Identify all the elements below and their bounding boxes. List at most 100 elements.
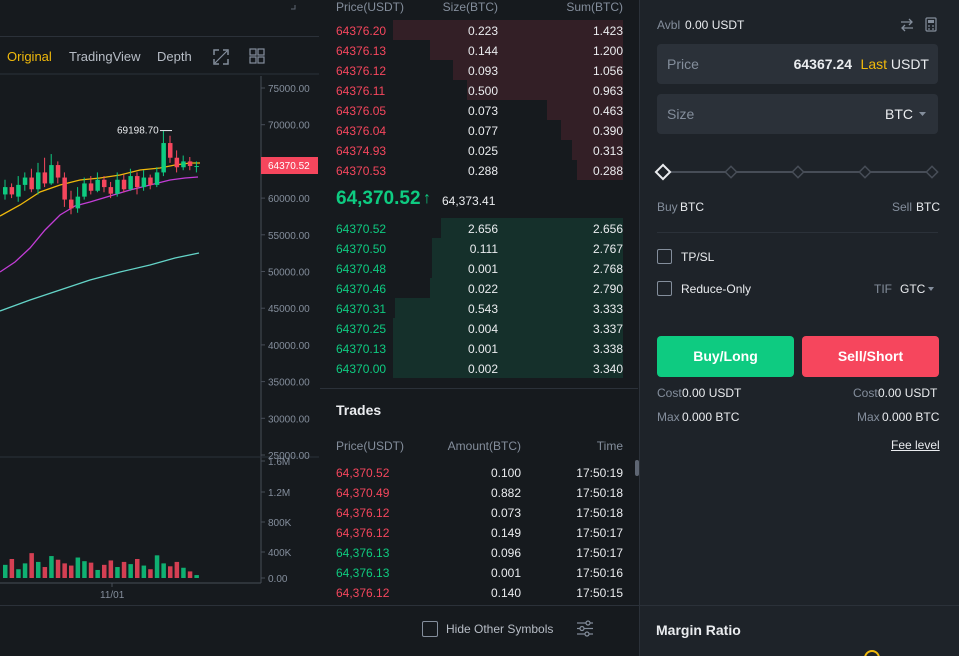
volume-bar <box>3 564 8 578</box>
volume-bar <box>22 563 28 578</box>
candle-body <box>95 179 100 191</box>
bid-row[interactable]: 64370.52 2.656 2.656 <box>320 218 638 238</box>
coin-icon <box>864 650 880 656</box>
price-tick-label: 45000.00 <box>268 304 310 315</box>
volume-bar <box>88 562 94 578</box>
max-buy-value: 0.000 BTC <box>682 410 740 424</box>
volume-bar <box>29 553 34 578</box>
size-unit-select[interactable]: BTC <box>885 106 913 122</box>
hide-other-symbols-label: Hide Other Symbols <box>446 622 554 636</box>
bid-row[interactable]: 64370.46 0.022 2.790 <box>320 278 638 298</box>
buy-amount-label: Buy <box>657 200 678 214</box>
trade-row[interactable]: 64,376.12 0.073 17:50:18 <box>320 503 638 523</box>
orderbook-sum: 3.333 <box>592 302 623 316</box>
order-form: Avbl 0.00 USDT Price 64367.24 Last USDT … <box>639 0 959 605</box>
chart-panel[interactable]: Original TradingView Depth 75000.00 70000… <box>0 0 319 605</box>
price-input[interactable]: Price 64367.24 Last USDT <box>657 44 938 84</box>
avbl-label: Avbl <box>657 18 681 32</box>
trade-row[interactable]: 64,376.12 0.149 17:50:17 <box>320 523 638 543</box>
orderbook-sum: 3.338 <box>592 342 623 356</box>
reduce-only-checkbox[interactable] <box>657 281 672 296</box>
trades-title: Trades <box>336 402 382 418</box>
positions-toolbar: Hide Other Symbols <box>0 605 639 656</box>
orderbook-price: 64376.05 <box>336 104 387 118</box>
tif-caret-down-icon <box>928 287 934 291</box>
bid-row[interactable]: 64370.50 0.111 2.767 <box>320 238 638 258</box>
orderbook-sum: 1.200 <box>592 44 623 58</box>
price-last-button[interactable]: Last <box>861 56 887 72</box>
ask-row[interactable]: 64376.11 0.500 0.963 <box>320 80 638 100</box>
trade-row[interactable]: 64,370.49 0.882 17:50:18 <box>320 483 638 503</box>
chart-axes: 75000.0070000.0065000.0060000.0055000.00… <box>0 73 319 601</box>
ask-row[interactable]: 64370.53 0.288 0.288 <box>320 160 638 180</box>
buy-long-button[interactable]: Buy/Long <box>657 336 794 377</box>
trades-header-amount: Amount(BTC) <box>447 439 521 453</box>
candle-body <box>22 177 28 185</box>
candle-body <box>29 177 34 190</box>
date-tick-label: 11/01 <box>100 590 125 601</box>
ask-row[interactable]: 64376.13 0.144 1.200 <box>320 40 638 60</box>
size-input[interactable]: Size BTC <box>657 94 938 134</box>
trade-price: 64,376.13 <box>336 546 390 560</box>
trades-header-time: Time <box>596 439 623 453</box>
trades-panel: Trades Price(USDT) Amount(BTC) Time 64,3… <box>320 388 638 606</box>
trade-price: 64,376.13 <box>336 566 390 580</box>
trade-row[interactable]: 64,376.13 0.096 17:50:17 <box>320 543 638 563</box>
orderbook-size: 0.093 <box>467 64 498 78</box>
bid-row[interactable]: 64370.25 0.004 3.337 <box>320 318 638 338</box>
ask-row[interactable]: 64376.20 0.223 1.423 <box>320 20 638 40</box>
cost-buy-value: 0.00 USDT <box>682 386 742 400</box>
sell-amount-label: Sell <box>892 200 913 214</box>
orderbook-price: 64370.48 <box>336 262 387 276</box>
price-unit: USDT <box>890 56 929 72</box>
ask-row[interactable]: 64376.04 0.077 0.390 <box>320 120 638 140</box>
sell-amount-unit: BTC <box>916 200 940 214</box>
candle-body <box>121 179 127 190</box>
ask-row[interactable]: 64374.93 0.025 0.313 <box>320 140 638 160</box>
tif-select[interactable]: GTC <box>900 282 925 296</box>
orderbook-price: 64376.11 <box>336 84 386 98</box>
volume-bar <box>135 558 140 578</box>
orderbook-price: 64370.53 <box>336 164 387 178</box>
tpsl-checkbox[interactable] <box>657 249 672 264</box>
candle-body <box>161 143 166 173</box>
orderbook-size: 0.223 <box>467 24 498 38</box>
price-input-value[interactable]: 64367.24 <box>794 56 852 72</box>
candle-body <box>55 165 61 178</box>
volume-bar <box>75 557 81 578</box>
bid-row[interactable]: 64370.00 0.002 3.340 <box>320 358 638 378</box>
ask-row[interactable]: 64376.12 0.093 1.056 <box>320 60 638 80</box>
trade-amount: 0.001 <box>490 566 521 580</box>
orderbook-price: 64370.25 <box>336 322 387 336</box>
volume-bar <box>168 566 173 578</box>
depth-bar <box>393 318 623 338</box>
volume-bar <box>82 561 87 578</box>
trade-row[interactable]: 64,376.13 0.001 17:50:16 <box>320 563 638 583</box>
bid-row[interactable]: 64370.48 0.001 2.768 <box>320 258 638 278</box>
last-price-tag-label: 64370.52 <box>268 161 310 172</box>
orderbook-last-price[interactable]: 64,370.52 <box>336 188 421 210</box>
trade-row[interactable]: 64,376.12 0.140 17:50:15 <box>320 583 638 603</box>
candlestick-chart[interactable]: 75000.0070000.0065000.0060000.0055000.00… <box>0 0 319 605</box>
ask-row[interactable]: 64376.05 0.073 0.463 <box>320 100 638 120</box>
candle-body <box>9 187 15 195</box>
volume-bar <box>62 563 67 578</box>
price-input-label: Price <box>667 56 699 72</box>
calculator-icon[interactable] <box>925 17 937 32</box>
hide-other-symbols-checkbox[interactable] <box>422 621 438 637</box>
transfer-icon[interactable] <box>900 18 914 32</box>
bid-row[interactable]: 64370.31 0.543 3.333 <box>320 298 638 318</box>
leverage-slider[interactable] <box>654 160 940 184</box>
high-price-label: 69198.70 <box>117 126 159 137</box>
orderbook-size: 0.543 <box>467 302 498 316</box>
trade-row[interactable]: 64,370.52 0.100 17:50:19 <box>320 463 638 483</box>
candle-body <box>148 177 153 185</box>
candle-body <box>16 184 21 197</box>
filter-settings-icon[interactable] <box>576 620 594 637</box>
orderbook-sum: 0.390 <box>592 124 623 138</box>
fee-level-link[interactable]: Fee level <box>891 438 940 452</box>
bid-row[interactable]: 64370.13 0.001 3.338 <box>320 338 638 358</box>
trade-price: 64,370.52 <box>336 466 390 480</box>
sell-short-button[interactable]: Sell/Short <box>802 336 939 377</box>
volume-bars <box>3 553 199 578</box>
